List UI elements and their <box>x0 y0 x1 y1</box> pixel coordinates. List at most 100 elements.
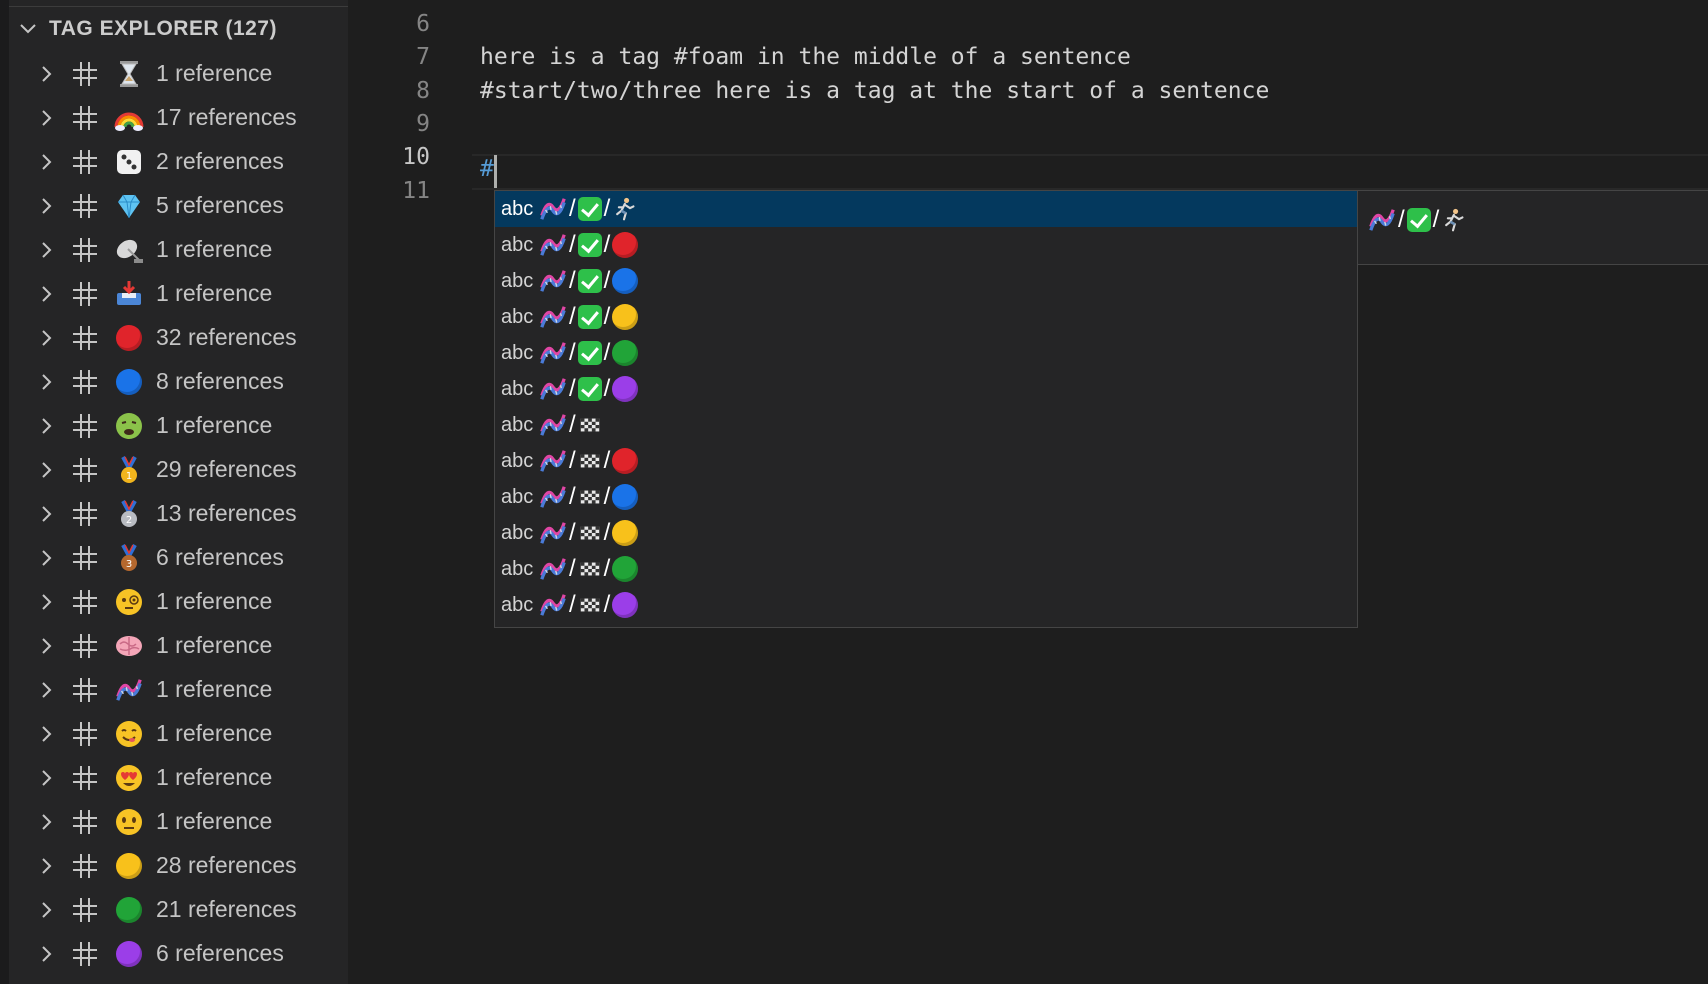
tag-item[interactable]: 1 reference <box>9 668 348 712</box>
path-separator: / <box>569 267 576 294</box>
person-running-icon <box>612 196 636 222</box>
path-separator: / <box>603 267 611 294</box>
tag-emoji: 2 <box>114 499 144 529</box>
path-separator: / <box>569 447 576 474</box>
tag-item[interactable]: 17 references <box>9 96 348 140</box>
tag-item[interactable]: 21 references <box>9 888 348 932</box>
path-separator: / <box>569 231 576 258</box>
suggest-kind-label: abc <box>501 593 534 616</box>
tag-item[interactable]: 1 reference <box>9 580 348 624</box>
check-mark-button-icon <box>577 305 602 329</box>
tag-reference-count: 1 reference <box>156 280 273 306</box>
tag-hash-icon <box>73 61 97 86</box>
tag-emoji <box>114 323 144 353</box>
tag-item[interactable]: 1 reference <box>9 272 348 316</box>
suggest-tag-path: / / <box>539 483 639 511</box>
path-separator: / <box>603 555 611 582</box>
suggest-kind-label: abc <box>501 413 534 436</box>
tag-item[interactable]: 5 references <box>9 184 348 228</box>
chevron-right-icon <box>42 769 52 786</box>
tag-item[interactable]: 1 reference <box>9 756 348 800</box>
code-line[interactable]: here is a tag #foam in the middle of a s… <box>480 44 1131 70</box>
suggest-kind-label: abc <box>501 305 534 328</box>
suggest-tag-path: / / <box>539 267 639 295</box>
tag-item[interactable]: 1 reference <box>9 624 348 668</box>
tag-emoji <box>114 675 144 705</box>
red-circle-icon <box>612 232 639 258</box>
tag-item[interactable]: 1 reference <box>9 404 348 448</box>
divider <box>9 6 348 7</box>
tag-hash-icon <box>73 149 97 174</box>
tag-item[interactable]: 1 reference <box>9 228 348 272</box>
suggest-item[interactable]: abc / / <box>495 587 1357 623</box>
tag-emoji <box>114 279 144 309</box>
chequered-flag-icon <box>578 521 602 545</box>
green-circle-icon <box>612 556 639 582</box>
suggest-item[interactable]: abc / <box>495 407 1357 443</box>
line-number: 9 <box>416 111 430 137</box>
red-circle-icon <box>612 448 639 474</box>
tag-item[interactable]: 2 13 references <box>9 492 348 536</box>
suggest-widget[interactable]: abc / / abc / / abc / / abc / / abc / / abc / / abc… <box>494 190 1358 628</box>
path-separator: / <box>569 303 576 330</box>
blue-circle-icon <box>116 368 142 395</box>
path-separator: / <box>569 375 576 402</box>
tag-hash-icon <box>73 677 97 702</box>
suggest-kind-label: abc <box>501 197 534 220</box>
tag-item[interactable]: 2 references <box>9 140 348 184</box>
suggest-item[interactable]: abc / / <box>495 479 1357 515</box>
suggest-tag-path: / / <box>539 447 639 475</box>
code-line[interactable]: #start/two/three here is a tag at the st… <box>480 78 1269 104</box>
line-number: 7 <box>416 44 430 70</box>
tag-emoji: 1 <box>114 455 144 485</box>
suggest-item[interactable]: abc / / <box>495 371 1357 407</box>
tag-reference-count: 8 references <box>156 368 284 394</box>
tag-item[interactable]: 1 reference <box>9 800 348 844</box>
chevron-right-icon <box>42 813 52 830</box>
chevron-right-icon <box>42 461 52 478</box>
suggest-kind-label: abc <box>501 233 534 256</box>
tag-explorer-header[interactable]: TAG EXPLORER (127) <box>9 13 348 45</box>
suggest-item[interactable]: abc / / <box>495 263 1357 299</box>
activity-edge <box>0 0 9 984</box>
tag-item[interactable]: 3 6 references <box>9 536 348 580</box>
chevron-right-icon <box>42 901 52 918</box>
tag-hash-icon <box>73 281 97 306</box>
suggest-item-focused[interactable]: abc / / <box>495 191 1357 227</box>
chevron-right-icon <box>42 637 52 654</box>
suggest-item[interactable]: abc / / <box>495 443 1357 479</box>
line-number: 11 <box>402 178 430 204</box>
tag-reference-count: 1 reference <box>156 236 273 262</box>
dna-icon <box>539 195 567 223</box>
path-separator: / <box>569 591 576 618</box>
check-mark-button-icon <box>577 233 602 257</box>
tag-item[interactable]: 6 references <box>9 932 348 976</box>
tag-reference-count: 1 reference <box>156 60 273 86</box>
suggest-item[interactable]: abc / / <box>495 299 1357 335</box>
svg-text:1: 1 <box>126 471 132 482</box>
tag-reference-count: 32 references <box>156 324 297 350</box>
tag-reference-count: 21 references <box>156 896 297 922</box>
tag-item[interactable]: 28 references <box>9 844 348 888</box>
tag-reference-count: 6 references <box>156 940 284 966</box>
tag-item[interactable]: 8 references <box>9 360 348 404</box>
purple-circle-icon <box>612 376 639 402</box>
chevron-right-icon <box>42 505 52 522</box>
gold-medal-icon: 1 <box>114 455 144 485</box>
tag-explorer-title: TAG EXPLORER (127) <box>49 17 277 40</box>
chevron-right-icon <box>42 285 52 302</box>
suggest-item[interactable]: abc / / <box>495 227 1357 263</box>
tag-emoji <box>114 411 144 441</box>
suggest-item[interactable]: abc / / <box>495 335 1357 371</box>
dna-icon <box>539 267 567 295</box>
suggest-item[interactable]: abc / / <box>495 551 1357 587</box>
blue-circle-icon <box>612 268 639 294</box>
tag-item[interactable]: 1 reference <box>9 52 348 96</box>
gem-icon <box>114 191 144 221</box>
tag-hash-icon <box>73 413 97 438</box>
tag-item[interactable]: 1 reference <box>9 712 348 756</box>
suggest-item[interactable]: abc / / <box>495 515 1357 551</box>
tag-emoji <box>114 147 144 177</box>
tag-item[interactable]: 32 references <box>9 316 348 360</box>
tag-item[interactable]: 1 29 references <box>9 448 348 492</box>
